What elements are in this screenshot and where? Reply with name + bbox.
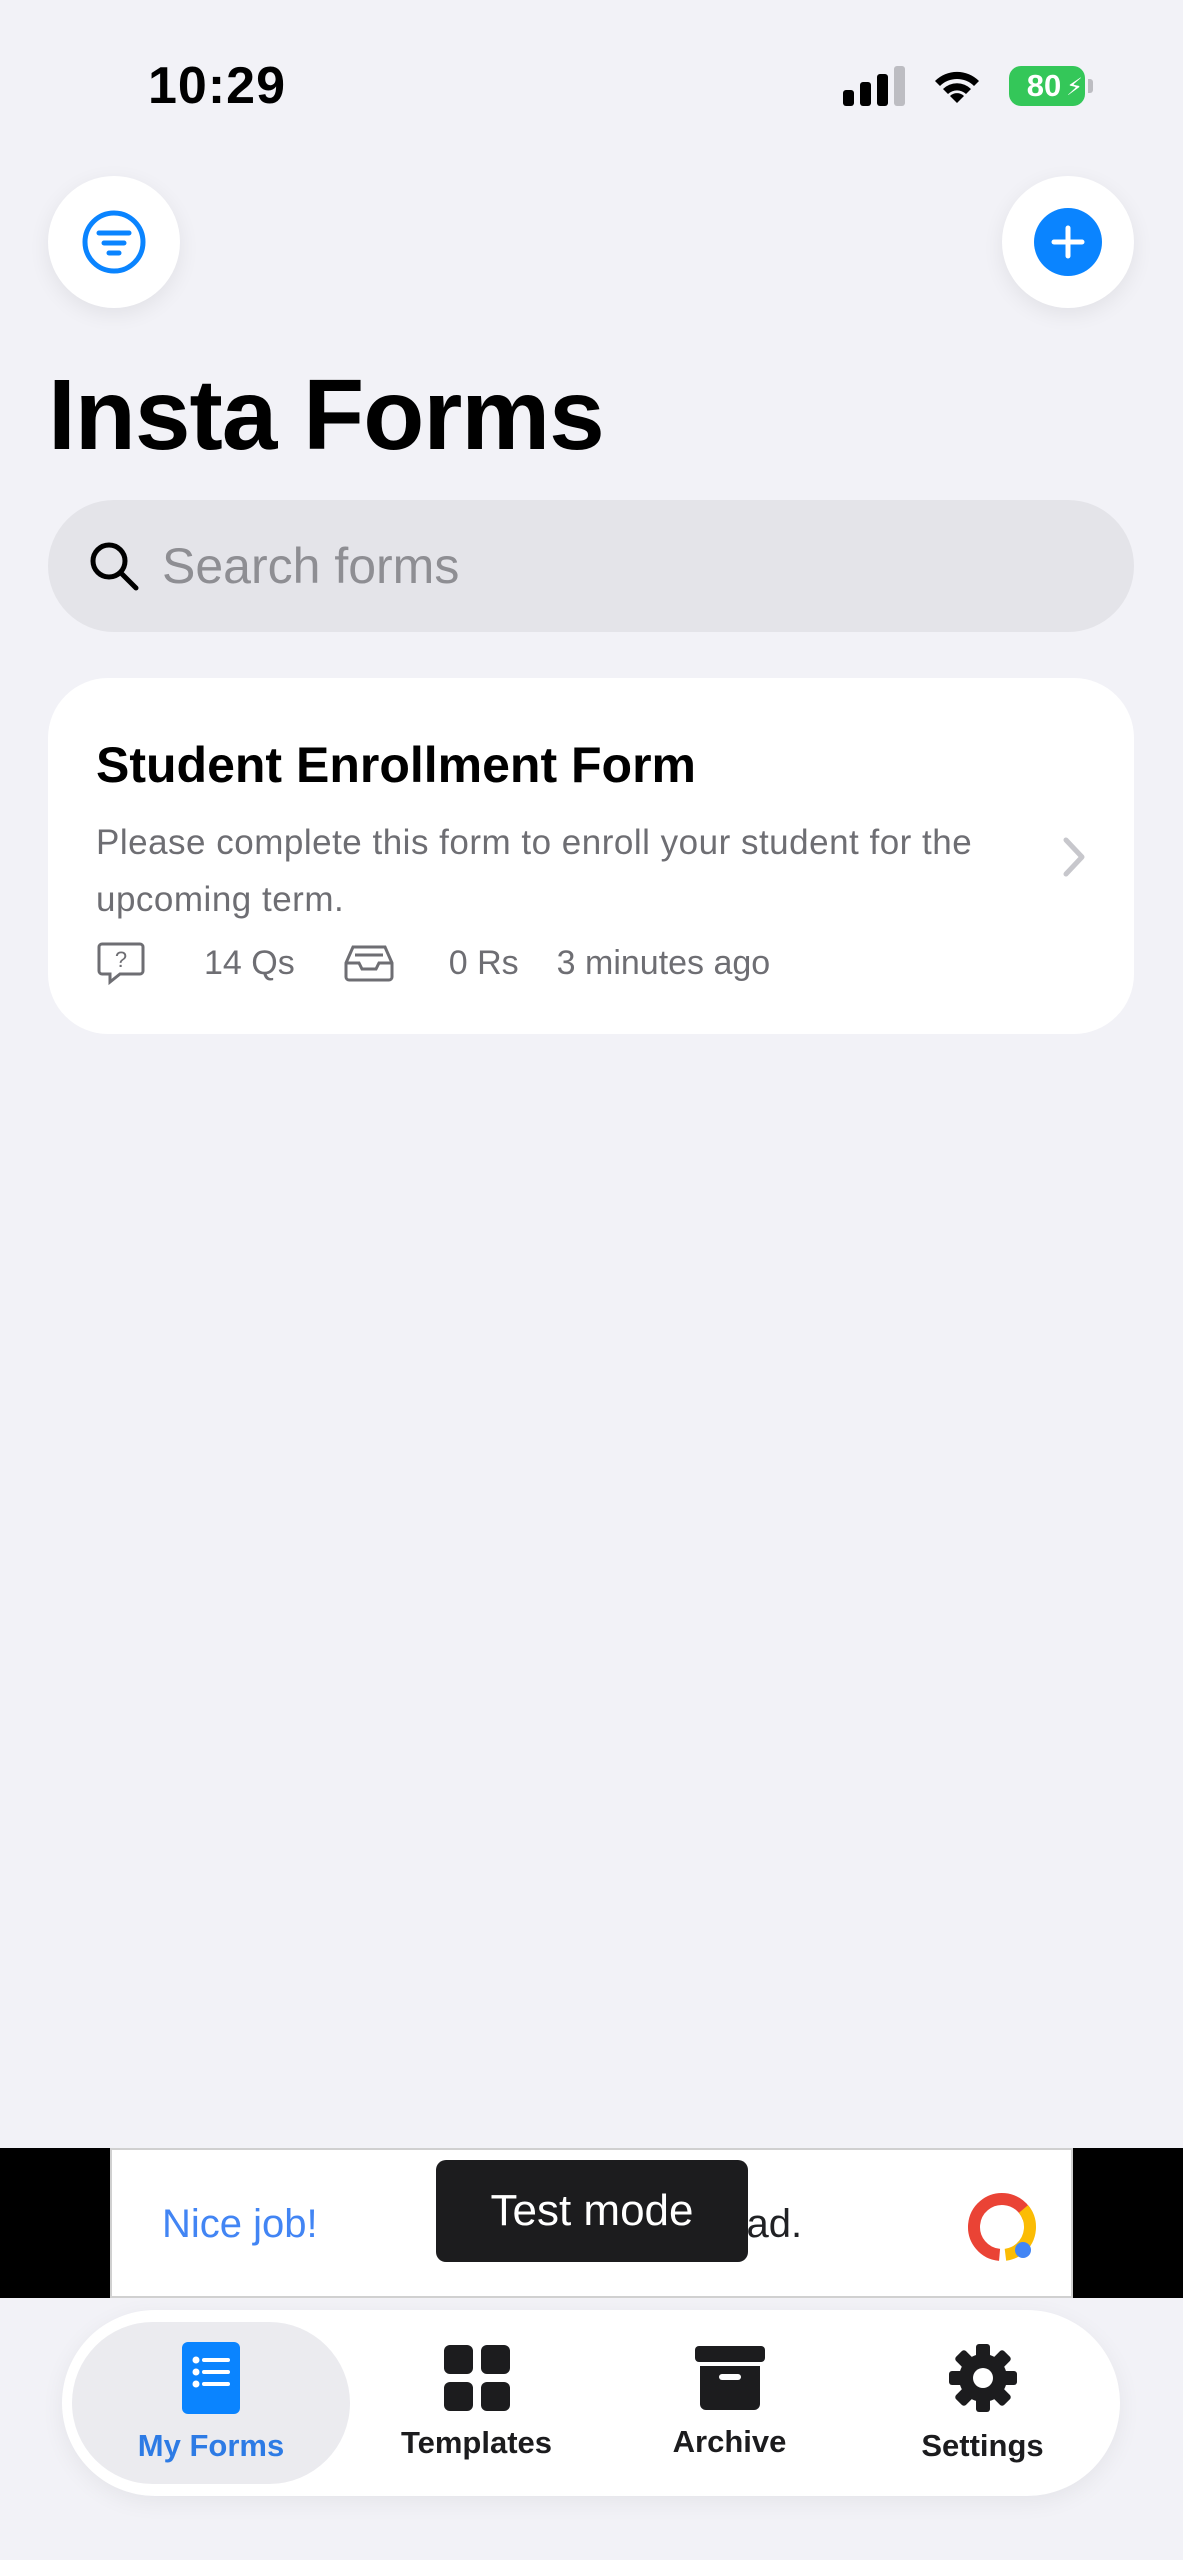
status-time: 10:29	[148, 57, 286, 115]
test-mode-toast: Test mode	[436, 2160, 748, 2262]
search-icon	[90, 542, 139, 591]
cellular-signal-icon	[843, 66, 905, 106]
page-title: Insta Forms	[48, 359, 605, 471]
filter-button[interactable]	[48, 176, 180, 308]
status-bar: 10:29 80 ⚡	[0, 0, 1183, 150]
tab-settings[interactable]: Settings	[856, 2322, 1109, 2484]
form-meta: ? 14 Qs 0 Rs 3 minutes ago	[96, 940, 1086, 986]
wifi-icon	[935, 71, 979, 103]
status-icons: 80 ⚡	[843, 66, 1093, 106]
tab-archive[interactable]: Archive	[603, 2322, 856, 2484]
plus-icon	[1034, 208, 1102, 276]
charging-bolt-icon: ⚡	[1066, 74, 1083, 101]
tab-label: Archive	[672, 2424, 787, 2459]
question-count: 14 Qs	[204, 943, 295, 982]
battery-icon: 80 ⚡	[1009, 66, 1093, 106]
form-updated-time: 3 minutes ago	[556, 943, 771, 982]
form-card[interactable]: Student Enrollment Form Please complete …	[48, 678, 1134, 1034]
grid-icon	[443, 2345, 510, 2411]
tab-bar: My Forms Templates Archive Settings	[62, 2310, 1120, 2496]
battery-level: 80	[1026, 68, 1062, 103]
tab-my-forms[interactable]: My Forms	[72, 2322, 350, 2484]
search-bar[interactable]	[48, 500, 1134, 632]
add-form-button[interactable]	[1002, 176, 1134, 308]
form-description: Please complete this form to enroll your…	[96, 823, 973, 919]
chevron-right-icon	[1063, 837, 1085, 877]
gear-icon	[948, 2344, 1017, 2412]
form-title: Student Enrollment Form	[96, 737, 696, 793]
archive-box-icon	[694, 2346, 765, 2410]
response-count: 0 Rs	[448, 943, 519, 982]
question-bubble-icon: ?	[96, 940, 146, 986]
tab-label: Settings	[921, 2428, 1044, 2463]
svg-text:?: ?	[115, 947, 127, 972]
ad-logo-icon	[968, 2193, 1036, 2261]
list-doc-icon	[182, 2342, 240, 2414]
tab-templates[interactable]: Templates	[350, 2322, 603, 2484]
tab-label: My Forms	[137, 2428, 285, 2463]
ad-headline: Nice job!	[162, 2202, 318, 2246]
filter-icon	[82, 210, 146, 274]
tab-label: Templates	[400, 2425, 553, 2460]
search-input[interactable]	[162, 537, 1062, 595]
inbox-icon	[343, 943, 395, 983]
